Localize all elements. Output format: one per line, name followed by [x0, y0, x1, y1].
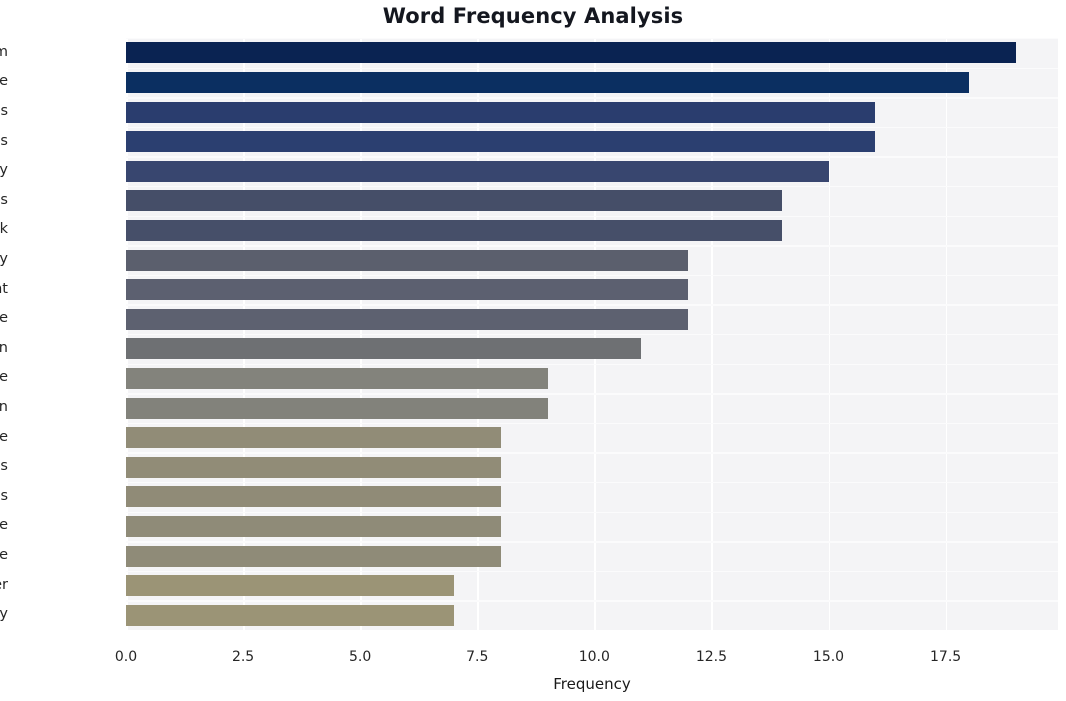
horizontal-gridline: [126, 452, 1058, 454]
y-axis-tick-label: ensure: [0, 73, 8, 90]
y-axis-tick-label: communication: [0, 399, 8, 415]
y-axis-tick-label: software: [0, 369, 8, 386]
page-title: Word Frequency Analysis: [382, 4, 684, 28]
y-axis-tick-label: business: [0, 103, 8, 119]
y-axis-tick-label: plan: [0, 339, 8, 356]
x-axis-tick-label: 5.0: [349, 649, 372, 665]
chart-figure: Word Frequency Analysis team ensure busine…: [0, 0, 1066, 701]
horizontal-gridline: [126, 334, 1058, 336]
horizontal-gridline: [126, 600, 1058, 602]
x-axis-tick-label: 2.5: [231, 649, 255, 665]
horizontal-gridline: [126, 215, 1058, 217]
bar: [126, 101, 876, 123]
bar: [126, 160, 829, 182]
bar: [126, 456, 501, 478]
bar: [126, 308, 688, 330]
bar: [126, 71, 969, 93]
bar: [126, 249, 688, 271]
x-axis-tick-label: 17.5: [930, 649, 962, 665]
horizontal-gridline: [126, 570, 1058, 573]
y-axis-tick-label: update: [0, 428, 8, 445]
y-axis-tick-label: crisis: [0, 191, 8, 208]
horizontal-gridline: [126, 186, 1058, 188]
horizontal-gridline: [126, 274, 1058, 277]
x-axis-label: Frequency: [553, 675, 631, 693]
horizontal-gridline: [126, 511, 1058, 513]
y-axis-tick-label: team: [0, 43, 8, 60]
bar: [126, 515, 501, 537]
horizontal-gridline: [126, 304, 1058, 306]
x-axis-tick-label: 15.0: [812, 649, 845, 665]
y-axis-tick-label: technology: [0, 162, 8, 179]
horizontal-gridline: [126, 126, 1058, 129]
y-axis-tick-label: people: [0, 310, 8, 327]
horizontal-gridline: [126, 97, 1058, 99]
y-axis-tick-label: continuous: [0, 487, 8, 504]
y-axis-tick-label: process: [0, 132, 8, 149]
horizontal-gridline: [126, 363, 1058, 365]
y-axis-tick-label: continuity: [0, 606, 8, 623]
y-axis-tick-label: include: [0, 547, 8, 563]
bar: [126, 131, 876, 153]
bar: [126, 545, 501, 567]
bar: [126, 279, 688, 301]
horizontal-gridline: [126, 245, 1058, 247]
x-axis-tick-label: 7.5: [466, 649, 489, 665]
bar: [126, 42, 1016, 64]
y-axis-tick-label: management: [0, 280, 8, 297]
x-axis-tick-label: 0.0: [114, 649, 138, 665]
y-axis-tick-label: disruptions: [0, 458, 8, 475]
bar: [126, 427, 501, 449]
horizontal-gridline: [126, 541, 1058, 543]
y-axis-tick-label: risk: [0, 221, 8, 238]
bar: [126, 486, 501, 508]
horizontal-gridline: [126, 38, 1058, 40]
y-axis-tick-label: disaster: [0, 576, 8, 593]
horizontal-gridline: [126, 422, 1058, 425]
bar: [126, 397, 548, 419]
bar: [126, 190, 782, 212]
horizontal-gridline: [126, 393, 1058, 395]
x-axis-tick-label: 12.5: [695, 649, 728, 665]
plot-area: [126, 38, 1058, 630]
bar: [126, 575, 454, 597]
bar: [126, 338, 642, 360]
horizontal-gridline: [126, 156, 1058, 158]
y-axis-tick-label: company: [0, 251, 8, 267]
bar: [126, 367, 548, 389]
y-axis-tick-label: structure: [0, 517, 8, 534]
bar: [126, 604, 454, 626]
bar: [126, 219, 782, 241]
horizontal-gridline: [126, 67, 1058, 69]
horizontal-gridline: [126, 482, 1058, 484]
x-axis-tick-label: 10.0: [578, 649, 610, 665]
